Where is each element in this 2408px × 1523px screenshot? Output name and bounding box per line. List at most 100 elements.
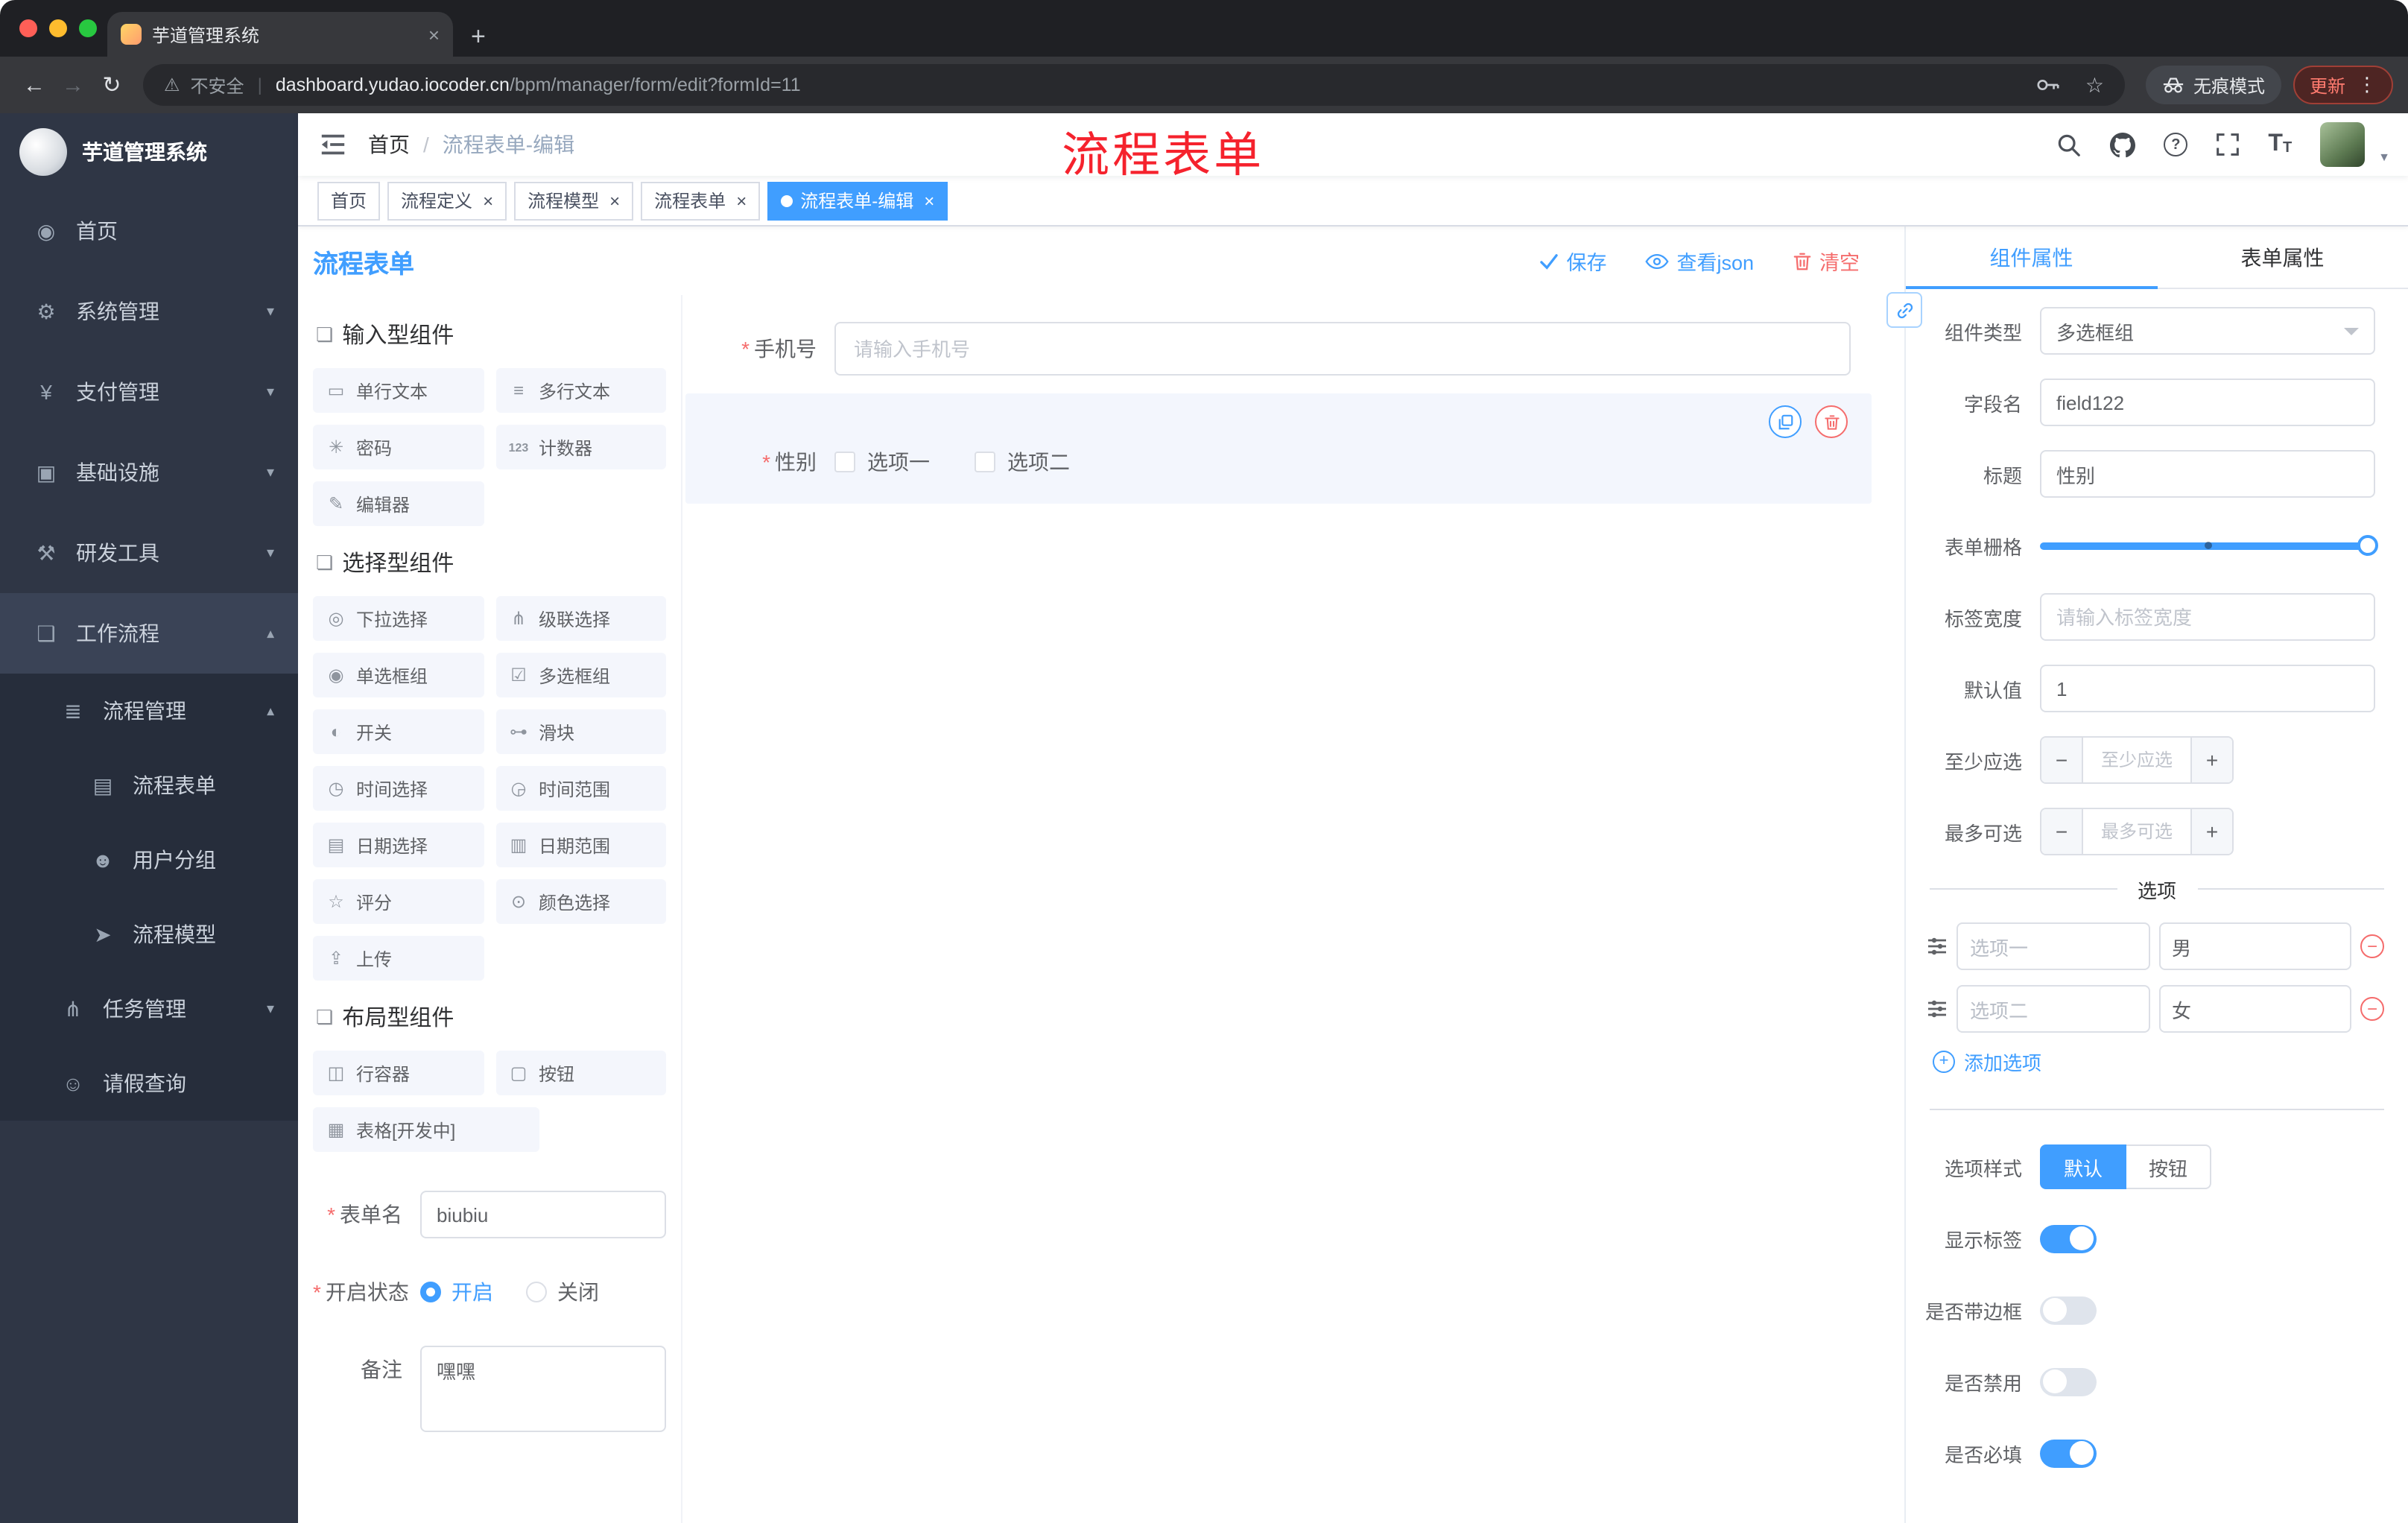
palette-item[interactable]: ⋔ 级联选择 <box>495 596 666 641</box>
form-canvas[interactable]: * 手机号 请输入手机号 * 性别 选项一 选项二 <box>682 295 1904 1523</box>
slider-handle[interactable] <box>2357 535 2378 556</box>
search-icon[interactable] <box>2056 132 2082 157</box>
sidebar-item-devtools[interactable]: ⚒ 研发工具 ▾ <box>0 513 298 593</box>
save-button[interactable]: 保存 <box>1539 246 1606 276</box>
reload-button[interactable]: ↻ <box>92 72 131 98</box>
tab-form-props[interactable]: 表单属性 <box>2157 227 2408 288</box>
palette-item[interactable]: ◐ 开关 <box>313 709 484 754</box>
tag-3[interactable]: 流程表单 × <box>641 181 761 220</box>
tag-close-icon[interactable]: × <box>736 190 747 211</box>
tab-close-icon[interactable]: × <box>428 23 440 45</box>
breadcrumb-item-home[interactable]: 首页 <box>368 130 410 159</box>
zoom-window-button[interactable] <box>79 19 97 37</box>
palette-item[interactable]: ▭ 单行文本 <box>313 368 484 413</box>
tag-2[interactable]: 流程模型 × <box>514 181 634 220</box>
sidebar-item-system[interactable]: ⚙ 系统管理 ▾ <box>0 271 298 352</box>
palette-item[interactable]: ▦ 表格[开发中] <box>313 1107 539 1152</box>
gender-field-row[interactable]: * 性别 选项一 选项二 <box>685 447 1872 477</box>
field-name-input[interactable] <box>2040 379 2375 426</box>
sidebar-item-payment[interactable]: ¥ 支付管理 ▾ <box>0 352 298 432</box>
option-label-input[interactable] <box>1956 985 2149 1033</box>
grid-slider[interactable] <box>2040 535 2378 556</box>
delete-component-button[interactable] <box>1815 405 1848 438</box>
palette-item[interactable]: 123 计数器 <box>495 425 666 469</box>
style-default-button[interactable]: 默认 <box>2040 1144 2127 1189</box>
address-bar[interactable]: ⚠ 不安全 | dashboard.yudao.iocoder.cn/bpm/m… <box>143 64 2125 106</box>
style-button-button[interactable]: 按钮 <box>2126 1144 2212 1189</box>
fullscreen-icon[interactable] <box>2216 133 2240 156</box>
palette-item[interactable]: ◫ 行容器 <box>313 1051 484 1095</box>
phone-field-row[interactable]: * 手机号 <box>685 322 1904 376</box>
tag-close-icon[interactable]: × <box>483 190 493 211</box>
status-on-radio[interactable]: 开启 <box>420 1277 493 1307</box>
form-name-input[interactable] <box>420 1191 666 1238</box>
add-option-button[interactable]: + 添加选项 <box>1933 1048 2408 1076</box>
bookmark-star-icon[interactable]: ☆ <box>2085 72 2104 98</box>
minimize-window-button[interactable] <box>49 19 67 37</box>
component-type-select[interactable]: 多选框组 <box>2040 307 2375 355</box>
checkbox-option[interactable]: 选项一 <box>834 447 930 477</box>
phone-input[interactable] <box>834 322 1851 376</box>
remove-option-icon[interactable]: − <box>2360 934 2384 958</box>
sidebar-item-task-manage[interactable]: ⋔ 任务管理 ▾ <box>0 972 298 1046</box>
toggle-on[interactable] <box>2040 1439 2097 1467</box>
drag-handle-icon[interactable] <box>1927 936 1948 957</box>
sidebar-item-infrastructure[interactable]: ▣ 基础设施 ▾ <box>0 432 298 513</box>
checkbox-icon[interactable] <box>975 452 995 472</box>
sidebar-item-process-model[interactable]: ➤ 流程模型 <box>0 897 298 972</box>
close-window-button[interactable] <box>19 19 37 37</box>
palette-item[interactable]: ☑ 多选框组 <box>495 653 666 697</box>
drag-handle-icon[interactable] <box>1927 998 1948 1019</box>
sidebar-item-home[interactable]: ◉ 首页 <box>0 191 298 271</box>
browser-tab[interactable]: 芋道管理系统 × <box>107 12 453 57</box>
option-value-input[interactable] <box>2158 985 2351 1033</box>
clear-button[interactable]: 清空 <box>1793 246 1860 276</box>
palette-item[interactable]: ⇪ 上传 <box>313 936 484 981</box>
option-label-input[interactable] <box>1956 922 2149 970</box>
min-select-input[interactable] <box>2083 738 2190 782</box>
new-tab-button[interactable]: + <box>471 24 486 49</box>
tag-close-icon[interactable]: × <box>609 190 620 211</box>
tag-close-icon[interactable]: × <box>924 190 934 211</box>
font-size-icon[interactable]: TT <box>2268 132 2292 156</box>
decrement-button[interactable]: − <box>2041 809 2083 854</box>
palette-item[interactable]: ▢ 按钮 <box>495 1051 666 1095</box>
option-value-input[interactable] <box>2158 922 2351 970</box>
back-button[interactable]: ← <box>15 72 54 98</box>
palette-item[interactable]: ≡ 多行文本 <box>495 368 666 413</box>
sidebar-item-process-manage[interactable]: ≣ 流程管理 ▾ <box>0 674 298 748</box>
hamburger-icon[interactable] <box>298 133 368 156</box>
checkbox-icon[interactable] <box>834 452 855 472</box>
toggle-off[interactable] <box>2040 1367 2097 1396</box>
palette-item[interactable]: ⊙ 颜色选择 <box>495 879 666 924</box>
palette-item[interactable]: ▥ 日期范围 <box>495 823 666 867</box>
sidebar-item-leave-query[interactable]: ☺ 请假查询 <box>0 1046 298 1121</box>
status-off-radio[interactable]: 关闭 <box>526 1277 599 1307</box>
sidebar-item-process-form[interactable]: ▤ 流程表单 <box>0 748 298 823</box>
browser-menu-kebab-icon[interactable]: ⋮ <box>2357 73 2377 97</box>
palette-item[interactable]: ◷ 时间选择 <box>313 766 484 811</box>
sidebar-item-user-group[interactable]: ☻ 用户分组 <box>0 823 298 897</box>
app-logo[interactable]: 芋道管理系统 <box>0 113 298 191</box>
password-key-icon[interactable] <box>2036 76 2062 94</box>
palette-item[interactable]: ⊶ 滑块 <box>495 709 666 754</box>
palette-item[interactable]: ☆ 评分 <box>313 879 484 924</box>
gender-field-selected[interactable]: * 性别 选项一 选项二 <box>685 393 1872 504</box>
tab-component-props[interactable]: 组件属性 <box>1906 227 2157 289</box>
palette-item[interactable]: ✳ 密码 <box>313 425 484 469</box>
toggle-on[interactable] <box>2040 1224 2097 1253</box>
label-width-input[interactable] <box>2040 593 2375 641</box>
sidebar-item-workflow[interactable]: ❑ 工作流程 ▾ <box>0 593 298 674</box>
user-avatar[interactable] <box>2320 122 2366 167</box>
github-icon[interactable] <box>2110 132 2136 157</box>
palette-item[interactable]: ✎ 编辑器 <box>313 481 484 526</box>
tag-4[interactable]: 流程表单-编辑 × <box>767 181 948 220</box>
copy-component-button[interactable] <box>1769 405 1802 438</box>
tag-0[interactable]: 首页 <box>317 181 381 220</box>
toggle-off[interactable] <box>2040 1296 2097 1324</box>
palette-item[interactable]: ◉ 单选框组 <box>313 653 484 697</box>
max-select-input[interactable] <box>2083 809 2190 854</box>
palette-item[interactable]: ◎ 下拉选择 <box>313 596 484 641</box>
avatar-dropdown-caret-icon[interactable]: ▼ <box>2378 151 2390 167</box>
default-value-input[interactable] <box>2040 665 2375 712</box>
